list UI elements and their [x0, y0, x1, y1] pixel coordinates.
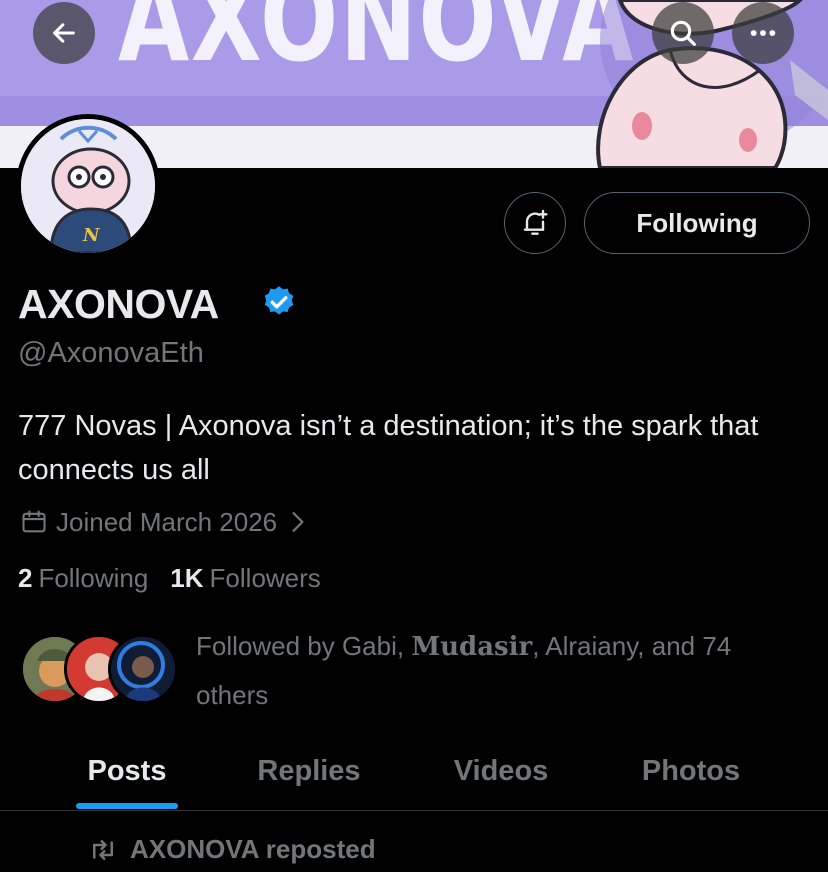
- mutual-followers-avatars[interactable]: [20, 634, 180, 706]
- more-horizontal-icon: [750, 30, 776, 36]
- profile-bio: 777 Novas | Axonova isn’t a destination;…: [18, 410, 759, 486]
- follow-stats: 2 Following 1K Followers: [18, 563, 321, 594]
- tab-posts[interactable]: Posts: [44, 732, 210, 810]
- profile-avatar[interactable]: N: [16, 114, 160, 258]
- bell-plus-icon: [523, 209, 548, 235]
- display-name: AXONOVA: [18, 281, 219, 327]
- back-button[interactable]: [33, 2, 95, 64]
- active-tab-indicator: [76, 803, 178, 809]
- repost-label: AXONOVA reposted: [130, 834, 376, 864]
- search-icon: [670, 20, 696, 46]
- banner-title: AXONOVA: [118, 0, 636, 88]
- following-label: Following: [38, 563, 149, 593]
- search-button[interactable]: [652, 2, 714, 64]
- avatar-letter: N: [82, 225, 101, 246]
- calendar-icon: [22, 510, 46, 533]
- user-handle: @AxonovaEth: [18, 337, 204, 369]
- followers-label: Followers: [209, 563, 321, 593]
- repost-icon: [93, 839, 113, 860]
- tab-replies[interactable]: Replies: [226, 732, 392, 810]
- tab-photos[interactable]: Photos: [608, 732, 774, 810]
- verified-badge-icon: [264, 286, 294, 315]
- followers-count: 1K: [170, 563, 204, 593]
- tab-videos[interactable]: Videos: [418, 732, 584, 810]
- followed-by-prefix: Followed by Gabi,: [196, 631, 412, 661]
- joined-date-label: Joined March 2026: [56, 506, 278, 537]
- notifications-button[interactable]: [504, 192, 566, 254]
- profile-tabs: Posts Replies Videos Photos: [0, 732, 828, 811]
- following-count-link[interactable]: 2 Following: [18, 563, 148, 594]
- more-button[interactable]: [732, 2, 794, 64]
- followers-count-link[interactable]: 1K Followers: [170, 563, 321, 594]
- joined-date[interactable]: Joined March 2026: [20, 505, 307, 539]
- arrow-left-icon: [53, 23, 75, 43]
- followed-by-text[interactable]: Followed by Gabi, Mudasir, Alraiany, and…: [196, 622, 796, 719]
- mutual-avatar-3: [108, 634, 178, 704]
- following-button[interactable]: Following: [584, 192, 810, 254]
- followed-by-name: Mudasir: [411, 632, 533, 662]
- following-count: 2: [18, 563, 33, 593]
- chevron-right-icon: [292, 512, 304, 532]
- avatar-image: N: [21, 119, 155, 253]
- repost-header[interactable]: AXONOVA reposted: [88, 834, 376, 865]
